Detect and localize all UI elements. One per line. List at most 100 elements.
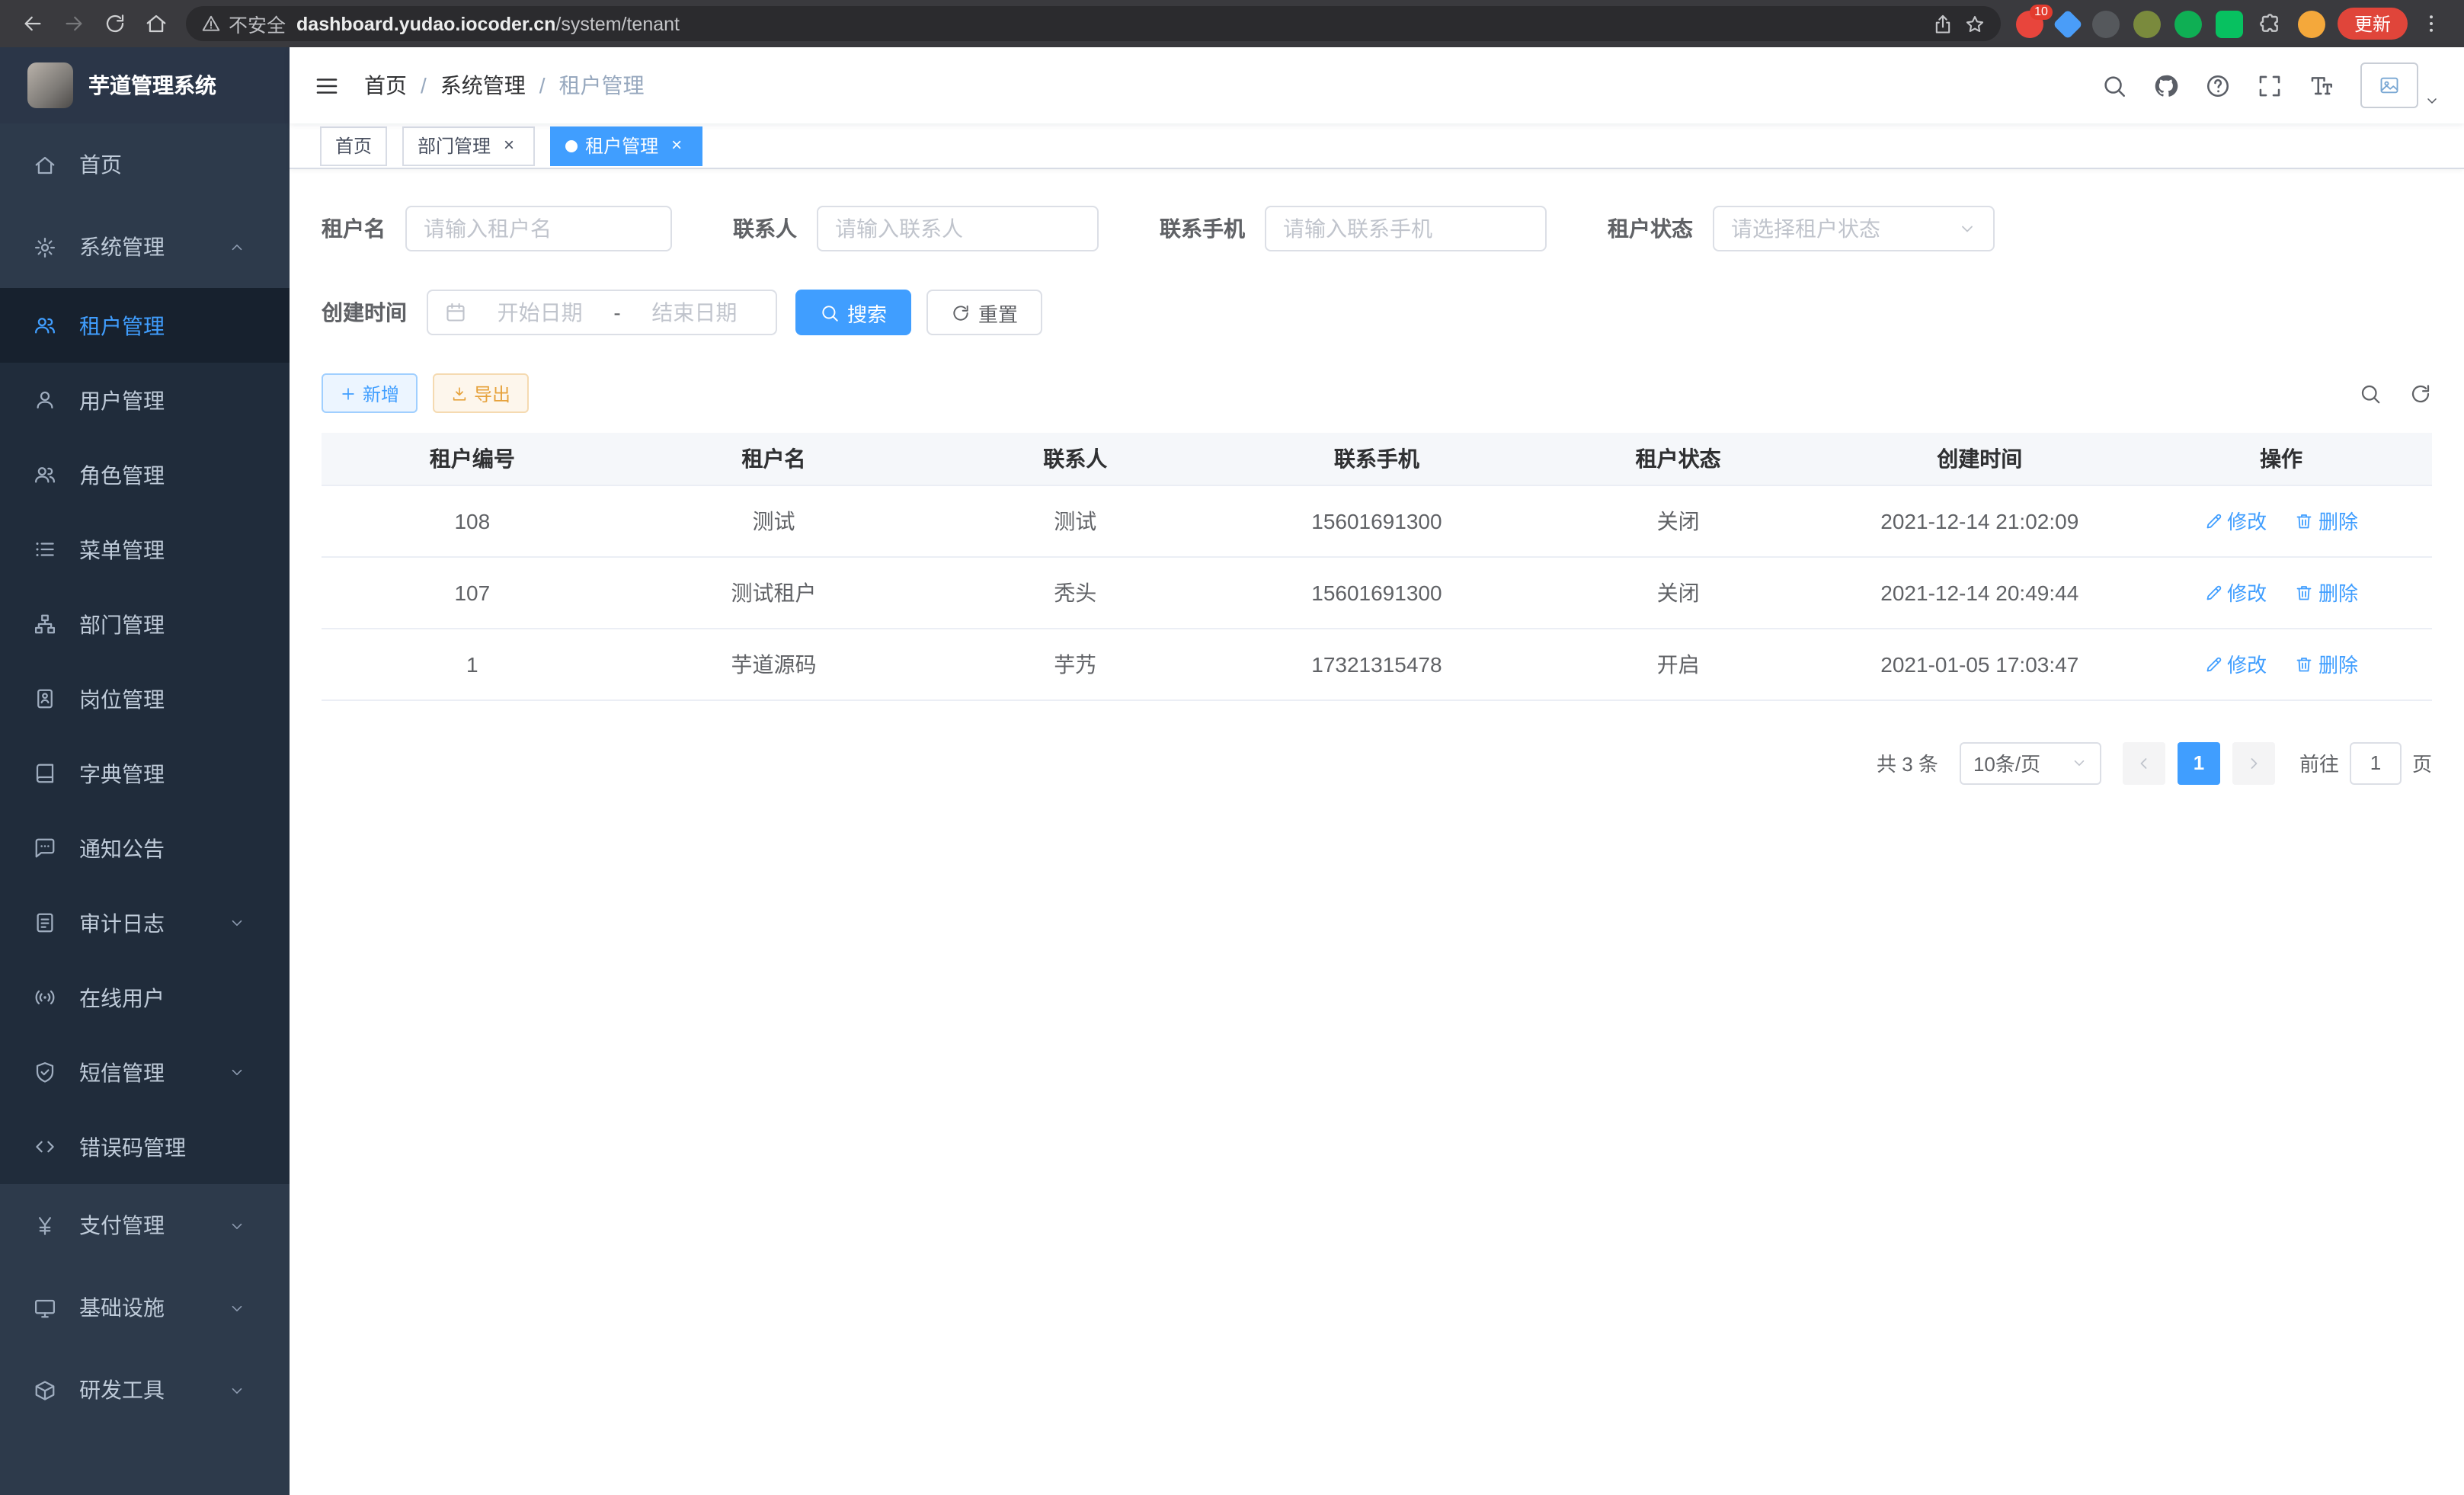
extension-icon[interactable] bbox=[2133, 10, 2161, 37]
mobile-label: 联系手机 bbox=[1160, 213, 1245, 244]
share-icon[interactable] bbox=[1932, 13, 1954, 34]
chevron-down-icon bbox=[229, 1299, 245, 1316]
breadcrumb-system[interactable]: 系统管理 bbox=[440, 70, 526, 101]
column-header: 联系手机 bbox=[1226, 433, 1528, 485]
sidebar-item-dev-tools[interactable]: 研发工具 bbox=[0, 1349, 290, 1431]
tag-tenant[interactable]: 租户管理 bbox=[550, 126, 702, 165]
refresh-table-icon[interactable] bbox=[2409, 382, 2432, 405]
close-icon[interactable] bbox=[498, 135, 520, 156]
goto-page-input[interactable] bbox=[2350, 741, 2402, 784]
tenant-table: 租户编号 租户名 联系人 联系手机 租户状态 创建时间 操作 108 测试 bbox=[322, 433, 2432, 700]
tag-home[interactable]: 首页 bbox=[320, 126, 387, 165]
security-warning-label: 不安全 bbox=[229, 9, 286, 38]
contact-label: 联系人 bbox=[733, 213, 797, 244]
reset-button[interactable]: 重置 bbox=[926, 290, 1042, 335]
tags-view: 首页 部门管理 租户管理 bbox=[290, 123, 2464, 169]
sidebar-item-tenant[interactable]: 租户管理 bbox=[0, 288, 290, 363]
url-text: dashboard.yudao.iocoder.cn/system/tenant bbox=[296, 13, 680, 34]
help-icon[interactable] bbox=[2205, 72, 2231, 98]
browser-forward-icon[interactable] bbox=[53, 3, 94, 44]
breadcrumb-home[interactable]: 首页 bbox=[364, 70, 407, 101]
sidebar-item-dept[interactable]: 部门管理 bbox=[0, 587, 290, 661]
refresh-icon bbox=[951, 303, 971, 322]
sidebar-item-online-user[interactable]: 在线用户 bbox=[0, 960, 290, 1035]
extensions-area: 10 bbox=[2016, 10, 2325, 37]
column-header: 租户状态 bbox=[1528, 433, 1829, 485]
status-select[interactable]: 请选择租户状态 bbox=[1713, 206, 1995, 251]
extension-icon[interactable] bbox=[2216, 10, 2243, 37]
url-domain: dashboard.yudao.iocoder.cn bbox=[296, 13, 555, 34]
sidebar-item-payment[interactable]: 支付管理 bbox=[0, 1184, 290, 1266]
extensions-puzzle-icon[interactable] bbox=[2257, 10, 2284, 37]
delete-button[interactable]: 删除 bbox=[2296, 578, 2358, 607]
sidebar-item-dict[interactable]: 字典管理 bbox=[0, 736, 290, 811]
next-page-button[interactable] bbox=[2232, 741, 2275, 784]
table-row: 108 测试 测试 15601691300 关闭 2021-12-14 21:0… bbox=[322, 485, 2432, 556]
sidebar-item-system[interactable]: 系统管理 bbox=[0, 206, 290, 288]
browser-back-icon[interactable] bbox=[12, 3, 53, 44]
trash-icon bbox=[2296, 655, 2314, 673]
total-count: 共 3 条 bbox=[1877, 748, 1938, 777]
sidebar-item-notice[interactable]: 通知公告 bbox=[0, 811, 290, 885]
edit-button[interactable]: 修改 bbox=[2204, 506, 2267, 535]
sidebar-item-menu[interactable]: 菜单管理 bbox=[0, 512, 290, 587]
search-icon[interactable] bbox=[2101, 72, 2127, 98]
app-logo[interactable]: 芋道管理系统 bbox=[0, 47, 290, 123]
page-number-button[interactable]: 1 bbox=[2178, 741, 2220, 784]
close-icon[interactable] bbox=[666, 135, 687, 156]
delete-button[interactable]: 删除 bbox=[2296, 506, 2358, 535]
extension-icon[interactable] bbox=[2092, 10, 2120, 37]
box-icon bbox=[34, 1378, 56, 1401]
bookmark-star-icon[interactable] bbox=[1964, 13, 1986, 34]
user-avatar[interactable] bbox=[2360, 62, 2440, 108]
contact-input[interactable] bbox=[835, 216, 1080, 241]
github-icon[interactable] bbox=[2153, 72, 2179, 98]
download-icon bbox=[451, 385, 468, 402]
delete-button[interactable]: 删除 bbox=[2296, 649, 2358, 678]
page-unit-label: 页 bbox=[2412, 748, 2432, 777]
add-button[interactable]: 新增 bbox=[322, 373, 418, 413]
toggle-search-icon[interactable] bbox=[2359, 382, 2382, 405]
browser-profile-avatar[interactable] bbox=[2298, 10, 2325, 37]
sidebar-item-sms[interactable]: 短信管理 bbox=[0, 1035, 290, 1109]
sidebar-item-infrastructure[interactable]: 基础设施 bbox=[0, 1266, 290, 1349]
sidebar-item-home[interactable]: 首页 bbox=[0, 123, 290, 206]
tenant-name-input[interactable] bbox=[424, 216, 654, 241]
column-header: 创建时间 bbox=[1829, 433, 2130, 485]
users-icon bbox=[34, 314, 56, 337]
shield-icon bbox=[34, 1061, 56, 1084]
sidebar-item-error-code[interactable]: 错误码管理 bbox=[0, 1109, 290, 1184]
table-header-row: 租户编号 租户名 联系人 联系手机 租户状态 创建时间 操作 bbox=[322, 433, 2432, 485]
sidebar-item-role[interactable]: 角色管理 bbox=[0, 437, 290, 512]
prev-page-button[interactable] bbox=[2123, 741, 2165, 784]
mobile-input[interactable] bbox=[1283, 216, 1528, 241]
export-button[interactable]: 导出 bbox=[433, 373, 529, 413]
chevron-down-icon bbox=[229, 1217, 245, 1234]
browser-reload-icon[interactable] bbox=[94, 3, 136, 44]
sidebar-collapse-icon[interactable] bbox=[314, 72, 340, 98]
sidebar-item-user[interactable]: 用户管理 bbox=[0, 363, 290, 437]
page-size-select[interactable]: 10条/页 bbox=[1960, 741, 2101, 784]
sidebar-item-post[interactable]: 岗位管理 bbox=[0, 661, 290, 736]
app-window: 芋道管理系统 首页 系统管理 租户管理 用户管理 角色管理 bbox=[0, 47, 2464, 1495]
tag-dept[interactable]: 部门管理 bbox=[402, 126, 535, 165]
sidebar-item-audit-log[interactable]: 审计日志 bbox=[0, 885, 290, 960]
edit-button[interactable]: 修改 bbox=[2204, 649, 2267, 678]
extension-icon[interactable] bbox=[2053, 8, 2083, 39]
address-bar[interactable]: 不安全 dashboard.yudao.iocoder.cn/system/te… bbox=[186, 6, 2001, 41]
end-date-placeholder: 结束日期 bbox=[630, 297, 759, 328]
font-size-icon[interactable] bbox=[2309, 72, 2334, 98]
extension-icon[interactable] bbox=[2174, 10, 2202, 37]
browser-home-icon[interactable] bbox=[136, 3, 177, 44]
search-button[interactable]: 搜索 bbox=[795, 290, 911, 335]
extension-icon[interactable]: 10 bbox=[2016, 10, 2043, 37]
browser-update-button[interactable]: 更新 bbox=[2338, 8, 2408, 40]
edit-button[interactable]: 修改 bbox=[2204, 578, 2267, 607]
fullscreen-icon[interactable] bbox=[2257, 72, 2283, 98]
date-range-picker[interactable]: 开始日期 - 结束日期 bbox=[427, 290, 777, 335]
security-warning[interactable]: 不安全 bbox=[201, 9, 286, 38]
status-label: 租户状态 bbox=[1608, 213, 1693, 244]
browser-menu-icon[interactable] bbox=[2411, 3, 2452, 44]
table-row: 1 芋道源码 芋艿 17321315478 开启 2021-01-05 17:0… bbox=[322, 628, 2432, 699]
screen: 不安全 dashboard.yudao.iocoder.cn/system/te… bbox=[0, 0, 2464, 1495]
